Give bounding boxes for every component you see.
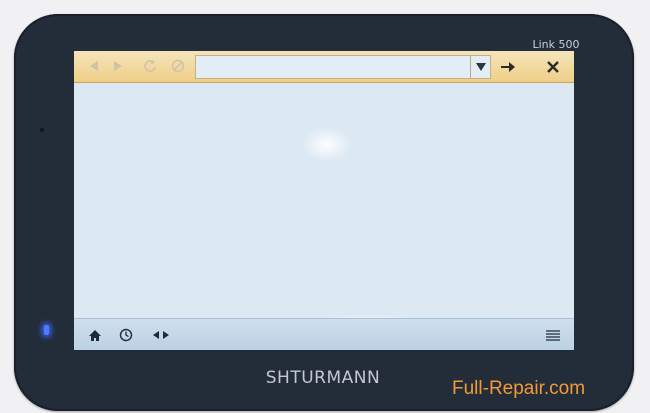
model-label: Link 500	[532, 38, 580, 51]
dropdown-triangle-icon[interactable]	[470, 56, 490, 78]
stop-icon[interactable]	[168, 56, 188, 76]
menu-lines-icon[interactable]	[544, 327, 562, 343]
browser-bottombar	[74, 318, 574, 350]
page-content[interactable]	[74, 84, 574, 334]
close-x-icon[interactable]	[541, 56, 565, 78]
back-arrow-icon[interactable]	[84, 56, 104, 76]
left-right-arrows-icon[interactable]	[152, 327, 170, 343]
browser-toolbar	[74, 51, 574, 83]
reload-icon[interactable]	[140, 56, 160, 76]
go-arrow-icon[interactable]	[496, 56, 520, 78]
sensor-dot	[40, 128, 44, 132]
forward-arrow-icon[interactable]	[108, 56, 128, 76]
brand-logo: SHTURMANN	[265, 368, 381, 388]
power-led	[44, 325, 49, 335]
address-field[interactable]	[195, 55, 491, 79]
screen	[74, 51, 574, 350]
watermark-text: Full-Repair.com	[452, 378, 586, 399]
clock-icon[interactable]	[117, 327, 135, 343]
screen-glare	[302, 127, 352, 162]
home-icon[interactable]	[86, 327, 104, 343]
